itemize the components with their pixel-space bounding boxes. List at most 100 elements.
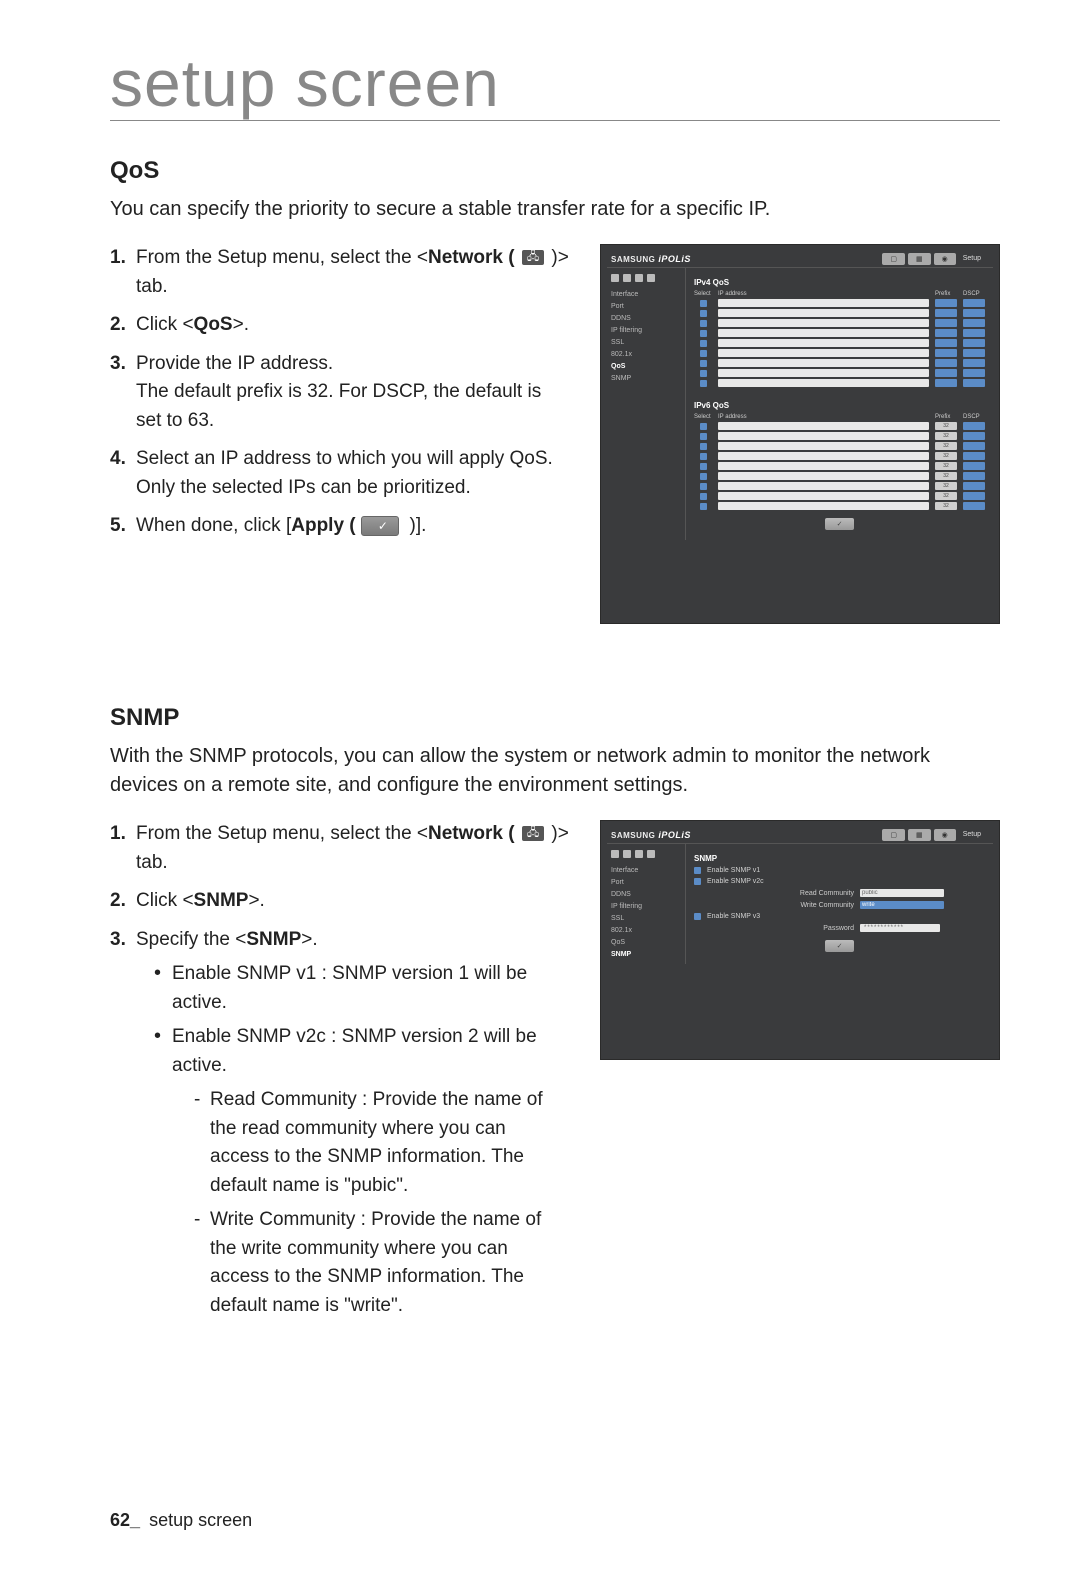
password-field[interactable]: ************ — [860, 924, 940, 932]
ip-field[interactable] — [718, 359, 929, 367]
checkbox[interactable] — [700, 350, 707, 357]
prefix-field[interactable] — [935, 349, 957, 357]
dscp-field[interactable] — [963, 432, 985, 440]
setup-tab[interactable]: Setup — [959, 829, 989, 841]
dscp-field[interactable] — [963, 309, 985, 317]
sidebar-item-qos[interactable]: QoS — [611, 939, 681, 946]
sidebar-item-8021x[interactable]: 802.1x — [611, 351, 681, 358]
checkbox[interactable] — [700, 503, 707, 510]
checkbox[interactable] — [700, 370, 707, 377]
checkbox[interactable] — [694, 878, 701, 885]
top-tab[interactable]: ◉ — [934, 829, 956, 841]
prefix-field[interactable] — [935, 339, 957, 347]
prefix-field[interactable] — [935, 309, 957, 317]
sidebar-item-port[interactable]: Port — [611, 879, 681, 886]
dscp-field[interactable] — [963, 359, 985, 367]
prefix-field[interactable]: 32 — [935, 422, 957, 430]
prefix-field[interactable]: 32 — [935, 432, 957, 440]
ip-field[interactable] — [718, 472, 929, 480]
checkbox[interactable] — [700, 300, 707, 307]
checkbox[interactable] — [700, 473, 707, 480]
ip-field[interactable] — [718, 432, 929, 440]
prefix-field[interactable]: 32 — [935, 462, 957, 470]
dscp-field[interactable] — [963, 369, 985, 377]
ip-field[interactable] — [718, 379, 929, 387]
ip-field[interactable] — [718, 452, 929, 460]
checkbox[interactable] — [694, 867, 701, 874]
dscp-field[interactable] — [963, 492, 985, 500]
prefix-field[interactable] — [935, 359, 957, 367]
ip-field[interactable] — [718, 329, 929, 337]
ip-field[interactable] — [718, 422, 929, 430]
read-community-field[interactable] — [860, 889, 944, 897]
prefix-field[interactable]: 32 — [935, 502, 957, 510]
dscp-field[interactable] — [963, 452, 985, 460]
sidebar-item-ddns[interactable]: DDNS — [611, 315, 681, 322]
checkbox[interactable] — [700, 493, 707, 500]
prefix-field[interactable] — [935, 299, 957, 307]
sidebar-item-snmp[interactable]: SNMP — [611, 375, 681, 382]
sidebar-item-ssl[interactable]: SSL — [611, 915, 681, 922]
dscp-field[interactable] — [963, 442, 985, 450]
top-tab[interactable]: ▢ — [882, 829, 905, 841]
checkbox[interactable] — [700, 380, 707, 387]
dscp-field[interactable] — [963, 502, 985, 510]
setup-tab[interactable]: Setup — [959, 253, 989, 265]
ip-field[interactable] — [718, 492, 929, 500]
prefix-field[interactable] — [935, 379, 957, 387]
prefix-field[interactable]: 32 — [935, 472, 957, 480]
sidebar-item-port[interactable]: Port — [611, 303, 681, 310]
prefix-field[interactable]: 32 — [935, 492, 957, 500]
dscp-field[interactable] — [963, 379, 985, 387]
prefix-field[interactable] — [935, 329, 957, 337]
dscp-field[interactable] — [963, 482, 985, 490]
ip-field[interactable] — [718, 349, 929, 357]
ip-field[interactable] — [718, 502, 929, 510]
sidebar-item-ddns[interactable]: DDNS — [611, 891, 681, 898]
prefix-field[interactable] — [935, 369, 957, 377]
ip-field[interactable] — [718, 369, 929, 377]
dscp-field[interactable] — [963, 339, 985, 347]
ip-field[interactable] — [718, 462, 929, 470]
sidebar-item-ssl[interactable]: SSL — [611, 339, 681, 346]
sidebar-item-interface[interactable]: Interface — [611, 867, 681, 874]
dscp-field[interactable] — [963, 319, 985, 327]
prefix-field[interactable]: 32 — [935, 482, 957, 490]
sidebar-item-qos[interactable]: QoS — [611, 363, 681, 370]
ip-field[interactable] — [718, 339, 929, 347]
sidebar-item-8021x[interactable]: 802.1x — [611, 927, 681, 934]
dscp-field[interactable] — [963, 349, 985, 357]
checkbox[interactable] — [694, 913, 701, 920]
ip-field[interactable] — [718, 299, 929, 307]
top-tab[interactable]: ◉ — [934, 253, 956, 265]
dscp-field[interactable] — [963, 462, 985, 470]
checkbox[interactable] — [700, 360, 707, 367]
apply-button[interactable]: ✓ — [825, 940, 855, 952]
apply-button[interactable]: ✓ — [825, 518, 855, 530]
sidebar-item-interface[interactable]: Interface — [611, 291, 681, 298]
checkbox[interactable] — [700, 330, 707, 337]
checkbox[interactable] — [700, 340, 707, 347]
checkbox[interactable] — [700, 443, 707, 450]
sidebar-item-ipfiltering[interactable]: IP filtering — [611, 903, 681, 910]
prefix-field[interactable]: 32 — [935, 442, 957, 450]
dscp-field[interactable] — [963, 299, 985, 307]
ip-field[interactable] — [718, 309, 929, 317]
sidebar-item-ipfiltering[interactable]: IP filtering — [611, 327, 681, 334]
write-community-field[interactable] — [860, 901, 944, 909]
checkbox[interactable] — [700, 310, 707, 317]
dscp-field[interactable] — [963, 329, 985, 337]
ip-field[interactable] — [718, 442, 929, 450]
ip-field[interactable] — [718, 482, 929, 490]
checkbox[interactable] — [700, 320, 707, 327]
top-tab[interactable]: ▦ — [908, 829, 931, 841]
prefix-field[interactable]: 32 — [935, 452, 957, 460]
sidebar-item-snmp[interactable]: SNMP — [611, 951, 681, 958]
checkbox[interactable] — [700, 453, 707, 460]
checkbox[interactable] — [700, 483, 707, 490]
checkbox[interactable] — [700, 463, 707, 470]
ip-field[interactable] — [718, 319, 929, 327]
dscp-field[interactable] — [963, 472, 985, 480]
checkbox[interactable] — [700, 433, 707, 440]
checkbox[interactable] — [700, 423, 707, 430]
